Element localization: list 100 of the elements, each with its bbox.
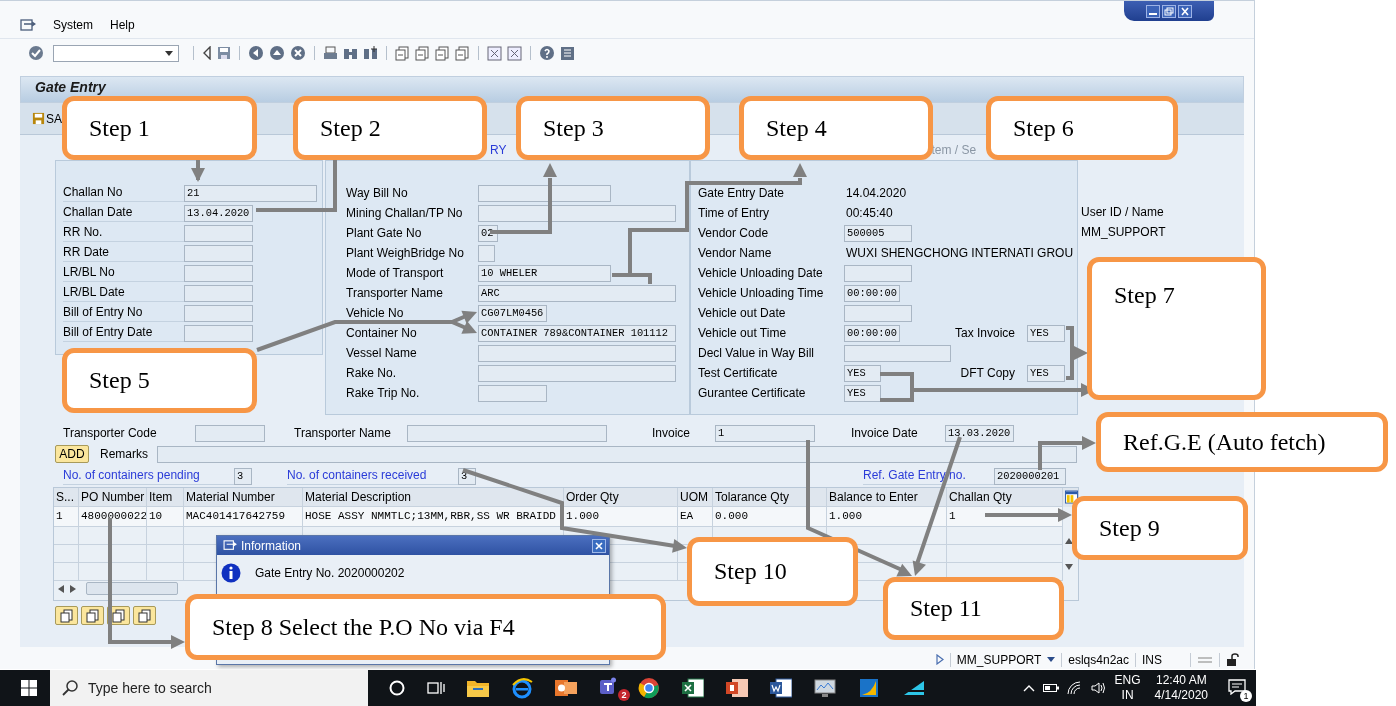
- menu-icon[interactable]: [20, 18, 36, 32]
- save-icon[interactable]: [217, 46, 231, 60]
- document-icon[interactable]: [770, 678, 792, 698]
- lock-icon[interactable]: [1226, 652, 1240, 667]
- input-field[interactable]: [478, 384, 547, 402]
- dropdown-icon[interactable]: [1047, 657, 1056, 662]
- print-icon[interactable]: [323, 45, 338, 61]
- dropdown-icon[interactable]: [165, 50, 173, 56]
- notification-icon[interactable]: [1228, 678, 1246, 695]
- scroll-down-icon[interactable]: [1065, 564, 1073, 570]
- input-field[interactable]: [844, 344, 951, 362]
- input-field[interactable]: [844, 264, 912, 282]
- menu-icon[interactable]: [223, 540, 237, 551]
- layout-icon[interactable]: [560, 45, 575, 61]
- browser-icon[interactable]: [511, 677, 533, 699]
- save-button[interactable]: SA: [32, 111, 62, 126]
- taskbar-search-field[interactable]: Type here to search: [50, 670, 368, 706]
- menu-item[interactable]: System: [53, 18, 93, 32]
- input-field[interactable]: [407, 424, 607, 442]
- check-icon[interactable]: [28, 45, 44, 61]
- clock-time[interactable]: 12:40 AM: [1155, 673, 1207, 688]
- callout-text: Step 11: [910, 595, 982, 622]
- triangle-icon[interactable]: [902, 679, 926, 697]
- input-field[interactable]: [478, 204, 676, 222]
- input-field[interactable]: 500005: [844, 224, 912, 242]
- restore-icon[interactable]: [1162, 4, 1176, 18]
- globe-icon[interactable]: [638, 677, 660, 699]
- add-button[interactable]: ADD: [55, 445, 89, 463]
- battery-icon[interactable]: [1042, 683, 1059, 693]
- app-icon[interactable]: [858, 677, 880, 699]
- page-icon[interactable]: [395, 45, 410, 61]
- scroll-right-icon[interactable]: [70, 584, 76, 593]
- window-icon[interactable]: [487, 45, 502, 61]
- close-icon[interactable]: [592, 538, 606, 553]
- table-settings-icon[interactable]: [1065, 490, 1078, 504]
- input-field[interactable]: [184, 304, 253, 322]
- field-label: User ID / Name: [1081, 205, 1164, 219]
- input-field[interactable]: [184, 284, 253, 302]
- input-field[interactable]: CG07LM0456: [478, 304, 547, 322]
- table-cell: EA: [678, 507, 713, 527]
- page-icon[interactable]: [415, 45, 430, 61]
- page-icon[interactable]: [435, 45, 450, 61]
- close-icon[interactable]: [1178, 4, 1192, 18]
- scroll-left-icon[interactable]: [58, 584, 64, 593]
- input-field[interactable]: [195, 424, 265, 442]
- folder-icon[interactable]: [467, 679, 489, 697]
- input-field[interactable]: [844, 304, 912, 322]
- input-field[interactable]: YES: [1027, 324, 1065, 342]
- scroll-up-icon[interactable]: [1065, 538, 1073, 544]
- input-field[interactable]: 13.04.2020: [184, 204, 253, 222]
- wifi-icon[interactable]: [1066, 681, 1083, 695]
- input-field[interactable]: [184, 224, 253, 242]
- region-indicator[interactable]: IN: [1121, 688, 1134, 703]
- input-field[interactable]: YES: [844, 384, 881, 402]
- input-field[interactable]: 10 WHELER: [478, 264, 611, 282]
- input-field[interactable]: CONTAINER 789&CONTAINER 101112: [478, 324, 676, 342]
- minimize-icon[interactable]: [1146, 4, 1160, 18]
- input-field[interactable]: [478, 344, 676, 362]
- input-field[interactable]: 1: [715, 424, 815, 442]
- play-icon[interactable]: [935, 654, 944, 665]
- monitor-icon[interactable]: [814, 678, 836, 698]
- input-field[interactable]: 2020000201: [994, 467, 1066, 485]
- window-icon[interactable]: [507, 45, 522, 61]
- help-icon[interactable]: [539, 45, 555, 61]
- row-action-button[interactable]: [133, 606, 156, 625]
- input-field[interactable]: [478, 364, 676, 382]
- row-action-button[interactable]: [55, 606, 78, 625]
- windows-start-icon[interactable]: [21, 680, 37, 696]
- input-field[interactable]: YES: [844, 364, 881, 382]
- input-field[interactable]: [184, 324, 253, 342]
- circle-icon[interactable]: [389, 680, 405, 696]
- cancel-icon[interactable]: [290, 45, 306, 61]
- input-field[interactable]: YES: [1027, 364, 1065, 382]
- scrollbar-thumb[interactable]: [86, 582, 178, 595]
- input-field[interactable]: [478, 244, 495, 262]
- back-icon[interactable]: [202, 46, 212, 60]
- row-action-button[interactable]: [81, 606, 104, 625]
- input-field[interactable]: 21: [184, 184, 317, 202]
- page-icon: [111, 608, 126, 623]
- input-field[interactable]: 00:00:00: [844, 284, 900, 302]
- input-field[interactable]: 13.03.2020: [945, 424, 1014, 442]
- chevron-up-icon[interactable]: [1022, 684, 1035, 692]
- input-field[interactable]: [157, 445, 1077, 463]
- mail-icon[interactable]: [555, 678, 577, 698]
- input-field[interactable]: ARC: [478, 284, 676, 302]
- input-field[interactable]: [478, 184, 611, 202]
- input-field[interactable]: 00:00:00: [844, 324, 900, 342]
- menu-item[interactable]: Help: [110, 18, 135, 32]
- speaker-icon[interactable]: [1090, 681, 1107, 695]
- task-view-icon[interactable]: [427, 680, 445, 696]
- spreadsheet-icon[interactable]: [682, 678, 704, 698]
- input-field[interactable]: 3: [234, 467, 252, 485]
- slides-icon[interactable]: [726, 678, 748, 698]
- binoculars-plus-icon[interactable]: [363, 45, 378, 61]
- page-icon[interactable]: [455, 45, 470, 61]
- clock-date[interactable]: 4/14/2020: [1154, 688, 1208, 703]
- language-indicator[interactable]: ENG: [1114, 673, 1141, 688]
- input-field[interactable]: [184, 264, 253, 282]
- command-field[interactable]: [53, 44, 179, 62]
- input-field[interactable]: [184, 244, 253, 262]
